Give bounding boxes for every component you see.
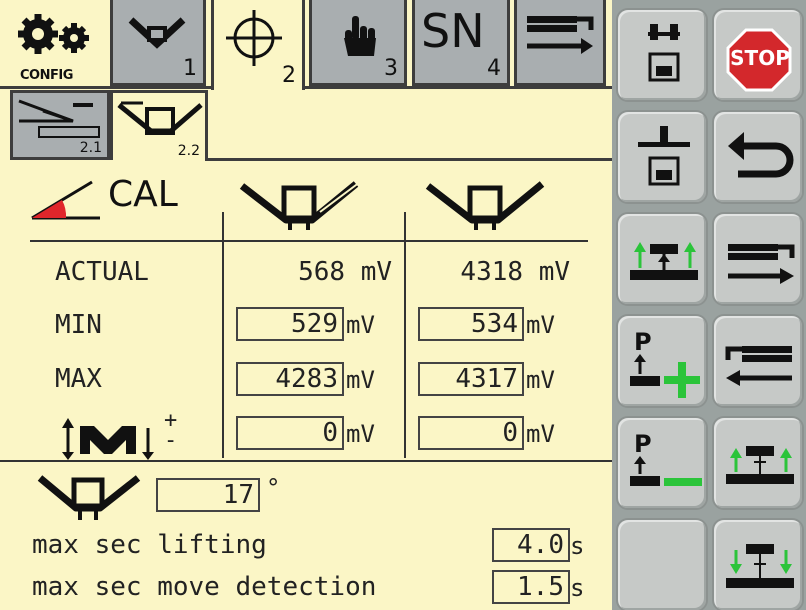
- back-button[interactable]: [712, 110, 804, 204]
- min-right-unit: mV: [526, 311, 555, 339]
- tab-config[interactable]: CONFIG: [6, 4, 102, 86]
- save-profile-button[interactable]: [616, 8, 708, 102]
- empty-button[interactable]: [616, 518, 708, 610]
- column-divider: [222, 212, 224, 458]
- main-panel: CONFIG 1 2 3 SN 4 2.1 2.2 CAL ACTUAL 568…: [0, 0, 612, 610]
- subtab-2-2[interactable]: 2.2: [110, 90, 208, 160]
- boom-fold-button[interactable]: [712, 314, 804, 408]
- boom-unfold-button[interactable]: [712, 212, 804, 306]
- preset-p-label: P: [634, 328, 652, 356]
- config-label: CONFIG: [20, 68, 73, 83]
- stop-button[interactable]: STOP: [712, 8, 804, 102]
- tab-5-fold-out[interactable]: [514, 0, 606, 86]
- column-divider: [404, 212, 406, 458]
- boom-fold-icon: [725, 346, 792, 386]
- preset-add-button[interactable]: P: [616, 314, 708, 408]
- stop-label: STOP: [730, 46, 790, 70]
- boom-angle-icon: [37, 475, 141, 520]
- tab-2-number: 2: [282, 63, 296, 88]
- save-settings-button[interactable]: [616, 110, 708, 204]
- angle-calibration-icon: [31, 180, 100, 220]
- degree-unit: °: [266, 474, 281, 502]
- preset-plus-icon: [630, 354, 700, 398]
- boom-center-lower-button[interactable]: [712, 518, 804, 610]
- boom-angle-input[interactable]: 17: [156, 478, 260, 512]
- offset-right-unit: mV: [526, 420, 555, 448]
- preset-p-label: P: [634, 430, 652, 458]
- max-right-unit: mV: [526, 366, 555, 394]
- boom-center-lower-icon: [726, 544, 794, 588]
- tab-3[interactable]: 3: [309, 0, 407, 86]
- subtab-2-1[interactable]: 2.1: [10, 90, 110, 160]
- subtab-divider: [205, 158, 612, 161]
- move-seconds-unit: s: [570, 574, 585, 602]
- preset-remove-button[interactable]: P: [616, 416, 708, 510]
- save-icon: [638, 126, 690, 186]
- return-arrow-icon: [728, 132, 794, 178]
- tab-1-number: 1: [183, 56, 197, 81]
- offset-left-input[interactable]: 0: [236, 416, 344, 450]
- max-sec-lifting-input[interactable]: 4.0: [492, 528, 570, 562]
- offset-left-unit: mV: [346, 420, 375, 448]
- boom-raise-icon: [630, 242, 698, 280]
- cal-title: CAL: [108, 174, 178, 215]
- boom-left-raised-icon: [239, 181, 361, 230]
- subtab-2-1-number: 2.1: [79, 140, 102, 156]
- actual-left-value: 568 mV: [298, 257, 392, 287]
- tab-4[interactable]: SN 4: [412, 0, 510, 86]
- max-label: MAX: [55, 364, 102, 394]
- max-left-input[interactable]: 4283: [236, 362, 344, 396]
- boom-center-raise-icon: [726, 446, 794, 484]
- minus-sign: -: [164, 428, 178, 453]
- min-right-input[interactable]: 534: [418, 307, 524, 341]
- min-label: MIN: [55, 310, 102, 340]
- sprayer-boom-icon: [128, 17, 186, 49]
- tab-divider: [0, 86, 211, 89]
- gears-icon: [18, 14, 89, 54]
- max-left-unit: mV: [346, 366, 375, 394]
- offset-right-input[interactable]: 0: [418, 416, 524, 450]
- boom-unfold-icon: [728, 244, 795, 284]
- actual-right-value: 4318 mV: [460, 257, 570, 287]
- boom-right-raised-icon: [425, 181, 545, 230]
- boom-tilt-adjust-icon: [62, 418, 154, 460]
- lifting-seconds-unit: s: [570, 532, 585, 560]
- max-sec-move-detection-label: max sec move detection: [32, 572, 377, 602]
- preset-minus-icon: [630, 456, 702, 486]
- max-right-input[interactable]: 4317: [418, 362, 524, 396]
- crosshair-icon: [226, 10, 282, 66]
- max-sec-move-detection-input[interactable]: 1.5: [492, 570, 570, 604]
- section-divider: [0, 460, 612, 462]
- tab-2[interactable]: 2: [211, 0, 305, 90]
- subtab-2-2-number: 2.2: [177, 143, 200, 159]
- boom-raise-button[interactable]: [616, 212, 708, 306]
- sn-label: SN: [421, 4, 485, 58]
- actual-label: ACTUAL: [55, 257, 149, 287]
- load-save-icon: [648, 24, 680, 82]
- min-left-input[interactable]: 529: [236, 307, 344, 341]
- tab-divider: [302, 86, 612, 89]
- boom-center-raise-button[interactable]: [712, 416, 804, 510]
- max-sec-lifting-label: max sec lifting: [32, 530, 267, 560]
- tab-1[interactable]: 1: [110, 0, 206, 86]
- table-divider: [30, 240, 588, 242]
- boom-unfold-icon: [527, 16, 594, 54]
- min-left-unit: mV: [346, 311, 375, 339]
- tab-3-number: 3: [384, 56, 398, 81]
- tab-4-number: 4: [487, 56, 501, 81]
